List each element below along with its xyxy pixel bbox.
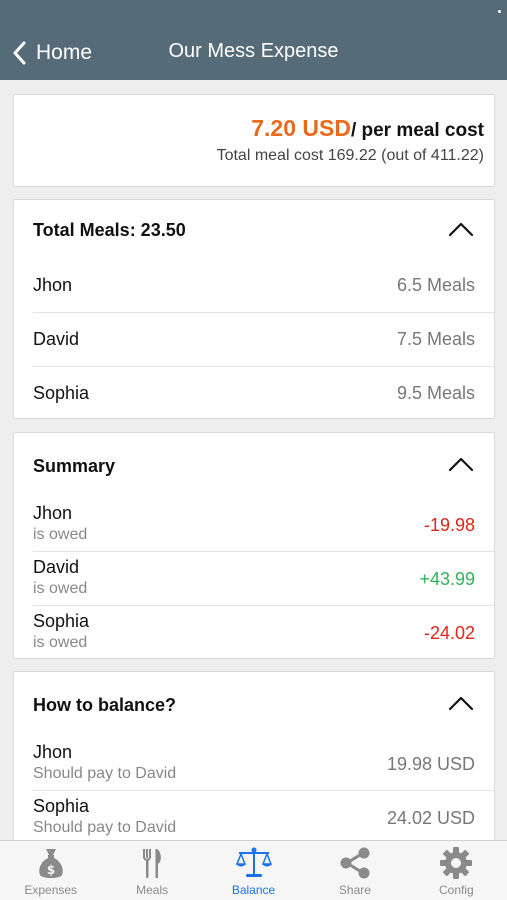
tab-label: Config <box>438 883 474 897</box>
navigation-bar: Home Our Mess Expense <box>0 0 507 80</box>
payer-name: Jhon <box>33 742 73 762</box>
owed-status: is owed <box>33 634 88 651</box>
summary-row[interactable]: David is owed +43.99 <box>33 552 494 606</box>
meal-row[interactable]: Jhon 6.5 Meals <box>33 260 494 313</box>
payment-row[interactable]: Sophia Should pay to David 24.02 USD <box>33 791 494 840</box>
tab-label: Share <box>338 883 371 897</box>
member-name: David <box>33 557 80 577</box>
chevron-up-icon[interactable] <box>448 220 474 238</box>
member-name: Jhon <box>33 503 73 523</box>
chevron-up-icon[interactable] <box>448 455 474 473</box>
member-name: David <box>33 329 80 349</box>
member-name: Jhon <box>33 275 73 295</box>
payment-amount: 24.02 USD <box>386 808 475 828</box>
meal-count: 6.5 Meals <box>396 275 475 295</box>
meal-row[interactable]: Sophia 9.5 Meals <box>33 367 494 420</box>
payment-instruction: Should pay to David <box>33 819 177 836</box>
balance-amount: +43.99 <box>419 569 475 589</box>
balance-amount: -24.02 <box>423 623 475 643</box>
tab-label: Expenses <box>24 883 78 897</box>
status-indicator <box>498 10 501 13</box>
tab-label: Balance <box>231 883 276 897</box>
member-name: Sophia <box>33 611 90 631</box>
summary-title: Summary <box>33 456 116 476</box>
summary-card: Summary Jhon is owed -19.98 David is owe… <box>13 432 495 659</box>
owed-status: is owed <box>33 580 88 597</box>
tab-bar: $ Expenses Meals Balance Share Config <box>0 840 507 900</box>
total-meal-cost: Total meal cost 169.22 (out of 411.22) <box>216 147 484 164</box>
total-meals-title: Total Meals: 23.50 <box>33 220 186 240</box>
per-meal-cost-card: 7.20 USD/ per meal cost Total meal cost … <box>13 94 495 187</box>
total-meals-header[interactable]: Total Meals: 23.50 <box>14 200 494 260</box>
share-icon <box>340 847 370 879</box>
total-meals-card: Total Meals: 23.50 Jhon 6.5 Meals David … <box>13 199 495 419</box>
tab-balance[interactable]: Balance <box>203 841 304 900</box>
tab-expenses[interactable]: $ Expenses <box>0 841 101 900</box>
scale-icon <box>235 847 272 877</box>
meal-count: 9.5 Meals <box>396 383 475 403</box>
page-title: Our Mess Expense <box>0 40 507 63</box>
scroll-content[interactable]: 7.20 USD/ per meal cost Total meal cost … <box>0 80 507 840</box>
per-meal-cost-suffix: / per meal cost <box>350 120 484 141</box>
how-to-balance-header[interactable]: How to balance? <box>14 672 494 732</box>
tab-share[interactable]: Share <box>304 841 405 900</box>
chevron-up-icon[interactable] <box>448 694 474 712</box>
svg-text:$: $ <box>47 863 55 877</box>
summary-row[interactable]: Jhon is owed -19.98 <box>33 498 494 552</box>
per-meal-cost: 7.20 USD/ per meal cost <box>251 115 484 142</box>
payment-amount: 19.98 USD <box>386 754 475 774</box>
owed-status: is owed <box>33 526 88 543</box>
payment-instruction: Should pay to David <box>33 765 177 782</box>
page-title-text: Our Mess Expense <box>168 40 339 62</box>
summary-header[interactable]: Summary <box>14 433 494 493</box>
tab-meals[interactable]: Meals <box>101 841 202 900</box>
summary-row[interactable]: Sophia is owed -24.02 <box>33 606 494 660</box>
meal-count: 7.5 Meals <box>396 329 475 349</box>
how-to-balance-title: How to balance? <box>33 695 177 715</box>
gear-icon <box>440 847 473 879</box>
payment-row[interactable]: Jhon Should pay to David 19.98 USD <box>33 737 494 791</box>
balance-amount: -19.98 <box>423 515 475 535</box>
money-bag-icon: $ <box>38 849 63 878</box>
member-name: Sophia <box>33 383 90 403</box>
tab-label: Meals <box>136 883 169 897</box>
fork-knife-icon <box>143 849 161 878</box>
how-to-balance-card: How to balance? Jhon Should pay to David… <box>13 671 495 840</box>
meal-row[interactable]: David 7.5 Meals <box>33 313 494 367</box>
tab-config[interactable]: Config <box>406 841 507 900</box>
payer-name: Sophia <box>33 796 90 816</box>
per-meal-cost-value: 7.20 USD <box>251 115 351 141</box>
